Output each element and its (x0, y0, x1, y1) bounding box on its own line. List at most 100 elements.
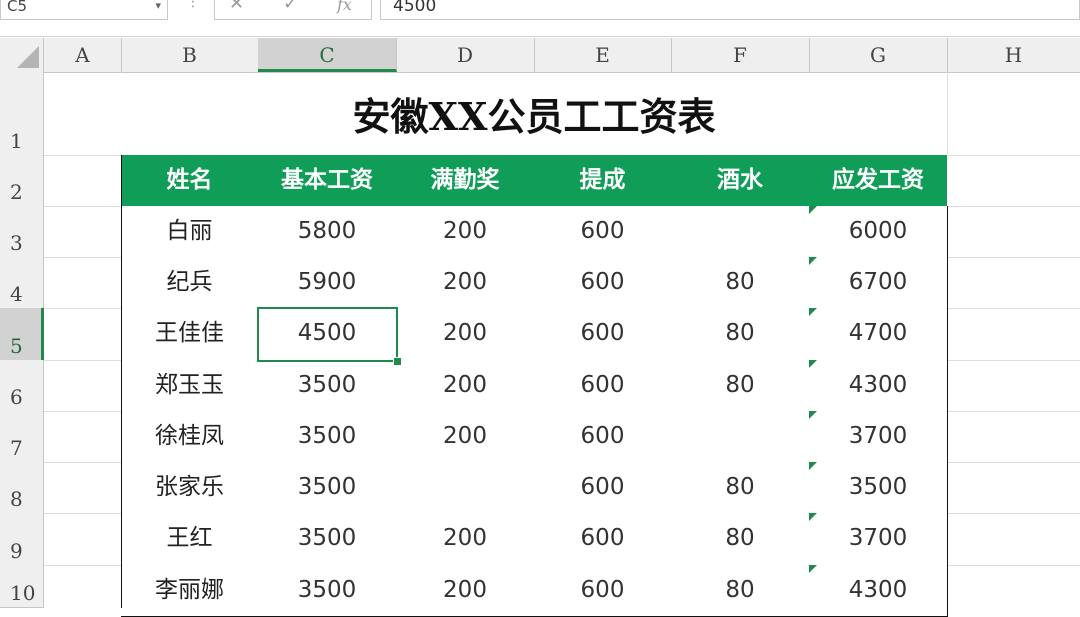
cell-base-salary[interactable]: 3500 (258, 462, 397, 514)
chevron-down-icon[interactable]: ▾ (155, 0, 161, 21)
formula-indicator-icon (809, 257, 817, 265)
cell-drinks[interactable]: 80 (671, 565, 810, 617)
more-options-icon[interactable]: ⋮ (186, 0, 200, 10)
column-header-g[interactable]: G (809, 38, 948, 72)
select-all-icon (17, 46, 39, 68)
cell-gross-pay[interactable]: 3700 (809, 411, 948, 463)
formula-value: 4500 (393, 0, 437, 16)
row-number: 3 (10, 231, 23, 255)
formula-input[interactable]: 4500 (380, 0, 1080, 20)
table-header-drinks[interactable]: 酒水 (671, 155, 810, 207)
cell-base-salary[interactable]: 3500 (258, 513, 397, 566)
row-header-5[interactable]: 5 (0, 308, 44, 361)
cell-name[interactable]: 张家乐 (121, 462, 259, 514)
cell-drinks[interactable]: 80 (671, 257, 810, 309)
formula-indicator-icon (809, 308, 817, 316)
cell-drinks[interactable]: 80 (671, 308, 810, 361)
cell-base-salary[interactable]: 3500 (258, 360, 397, 412)
cell-attendance-bonus[interactable]: 200 (396, 513, 535, 566)
row-number: 4 (10, 282, 23, 306)
row-number: 1 (10, 129, 23, 153)
row-number: 2 (10, 180, 23, 204)
row-number: 9 (10, 539, 23, 563)
formula-indicator-icon (809, 565, 817, 573)
cell-name[interactable]: 郑玉玉 (121, 360, 259, 412)
cell-name[interactable]: 李丽娜 (121, 565, 259, 617)
column-header-d[interactable]: D (396, 38, 535, 72)
check-icon[interactable]: ✓ (283, 0, 298, 14)
row-header-4[interactable]: 4 (0, 257, 44, 309)
cell-name[interactable]: 王红 (121, 513, 259, 566)
cell-base-salary[interactable]: 3500 (258, 411, 397, 463)
cell-attendance-bonus[interactable]: 200 (396, 360, 535, 412)
column-header-f[interactable]: F (671, 38, 810, 72)
name-box[interactable]: C5 ▾ (0, 0, 168, 20)
cell-gross-pay[interactable]: 3700 (809, 513, 948, 566)
cell-commission[interactable]: 600 (534, 257, 672, 309)
row-header-1[interactable]: 1 (0, 72, 44, 156)
formula-buttons: ✕ ✓ fx (214, 0, 372, 20)
cell-drinks[interactable] (671, 206, 810, 258)
row-header-8[interactable]: 8 (0, 462, 44, 514)
cell-gross-pay[interactable]: 4700 (809, 308, 948, 361)
column-header-b[interactable]: B (121, 38, 259, 72)
cell-attendance-bonus[interactable]: 200 (396, 206, 535, 258)
cell-base-salary[interactable]: 3500 (258, 565, 397, 617)
row-header-2[interactable]: 2 (0, 155, 44, 207)
cell-commission[interactable]: 600 (534, 513, 672, 566)
cell-attendance-bonus[interactable]: 200 (396, 411, 535, 463)
cell-commission[interactable]: 600 (534, 308, 672, 361)
cell-attendance-bonus[interactable]: 200 (396, 308, 535, 361)
cell-gross-pay[interactable]: 3500 (809, 462, 948, 514)
table-header-gross-pay[interactable]: 应发工资 (809, 155, 948, 207)
table-header-base-salary[interactable]: 基本工资 (258, 155, 397, 207)
close-icon[interactable]: ✕ (229, 0, 244, 14)
formula-bar: C5 ▾ ⋮ ✕ ✓ fx 4500 (0, 0, 1080, 37)
cell-base-salary[interactable]: 5900 (258, 257, 397, 309)
row-header-3[interactable]: 3 (0, 206, 44, 258)
cell-drinks[interactable]: 80 (671, 513, 810, 566)
cell-drinks[interactable]: 80 (671, 360, 810, 412)
select-all-button[interactable] (0, 38, 44, 72)
cell-drinks[interactable] (671, 411, 810, 463)
row-header-10[interactable]: 10 (0, 565, 44, 608)
table-border (121, 155, 122, 608)
column-header-c[interactable]: C (258, 38, 397, 72)
row-number: 10 (10, 581, 36, 605)
cell-attendance-bonus[interactable]: 200 (396, 565, 535, 617)
cell-commission[interactable]: 600 (534, 411, 672, 463)
row-header-7[interactable]: 7 (0, 411, 44, 463)
column-header-a[interactable]: A (44, 38, 122, 72)
row-header-9[interactable]: 9 (0, 513, 44, 566)
cell-drinks[interactable]: 80 (671, 462, 810, 514)
cell-name[interactable]: 王佳佳 (121, 308, 259, 361)
cell-commission[interactable]: 600 (534, 462, 672, 514)
cell-attendance-bonus[interactable]: 200 (396, 257, 535, 309)
cell-commission[interactable]: 600 (534, 360, 672, 412)
formula-indicator-icon (809, 206, 817, 214)
table-header-attendance-bonus[interactable]: 满勤奖 (396, 155, 535, 207)
cell-commission[interactable]: 600 (534, 206, 672, 258)
cell-name[interactable]: 纪兵 (121, 257, 259, 309)
table-header-name[interactable]: 姓名 (121, 155, 259, 207)
row-number: 7 (10, 436, 23, 460)
cell-name[interactable]: 白丽 (121, 206, 259, 258)
name-box-value: C5 (7, 0, 28, 15)
cell-gross-pay[interactable]: 6700 (809, 257, 948, 309)
cell-attendance-bonus[interactable] (396, 462, 535, 514)
cell-gross-pay[interactable]: 6000 (809, 206, 948, 258)
cell-base-salary[interactable]: 5800 (258, 206, 397, 258)
cell-commission[interactable]: 600 (534, 565, 672, 617)
column-header-e[interactable]: E (534, 38, 672, 72)
row-header-6[interactable]: 6 (0, 360, 44, 412)
sheet-title[interactable]: 安徽XX公员工工资表 (121, 73, 947, 155)
fx-icon[interactable]: fx (337, 0, 352, 14)
cell-gross-pay[interactable]: 4300 (809, 565, 948, 617)
cell-name[interactable]: 徐桂凤 (121, 411, 259, 463)
cell-base-salary[interactable]: 4500 (258, 308, 397, 361)
fill-handle[interactable] (393, 357, 402, 366)
row-number: 8 (10, 487, 23, 511)
table-header-commission[interactable]: 提成 (534, 155, 672, 207)
cell-gross-pay[interactable]: 4300 (809, 360, 948, 412)
column-header-h[interactable]: H (947, 38, 1080, 72)
